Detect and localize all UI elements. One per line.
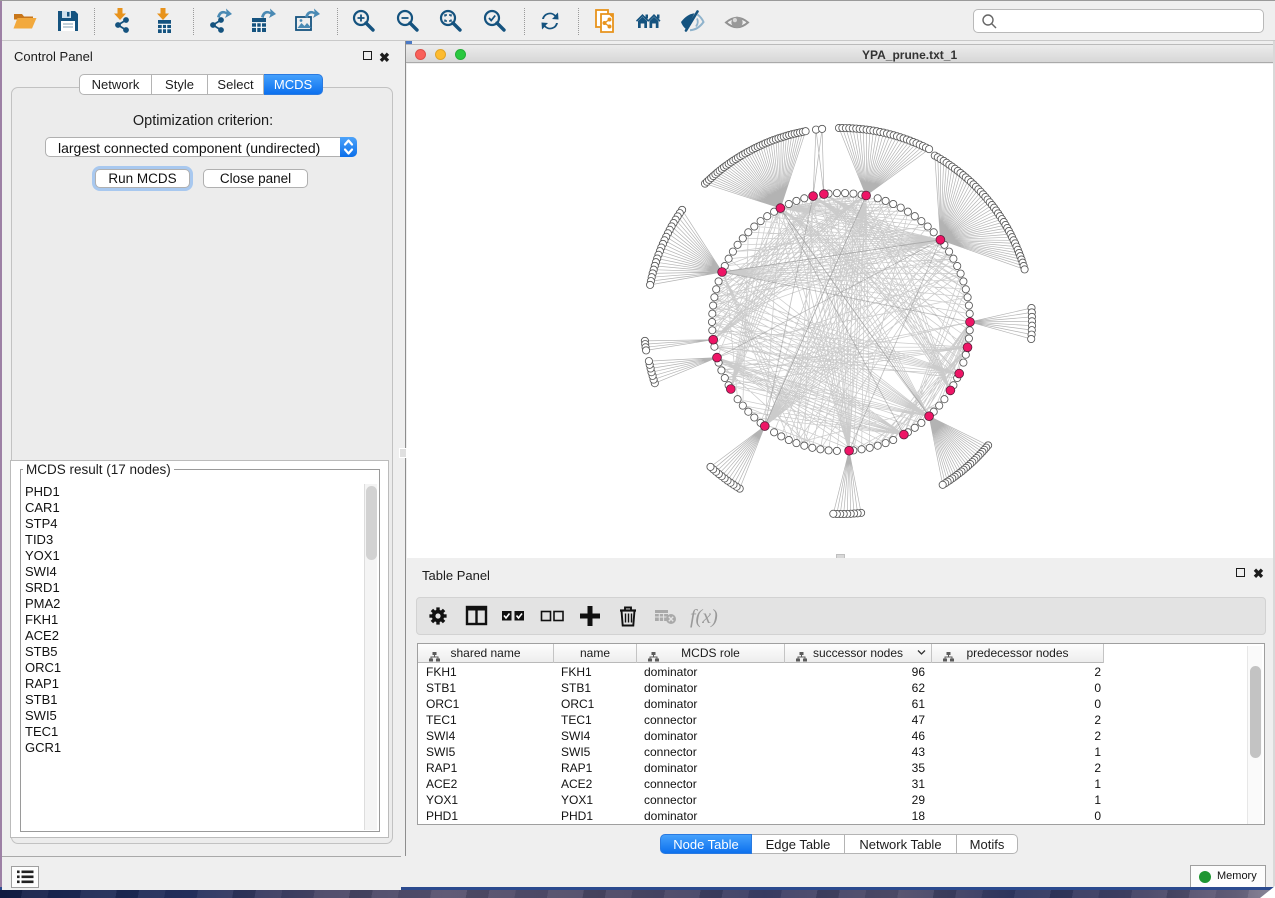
svg-text:f(x): f(x) <box>690 606 718 628</box>
